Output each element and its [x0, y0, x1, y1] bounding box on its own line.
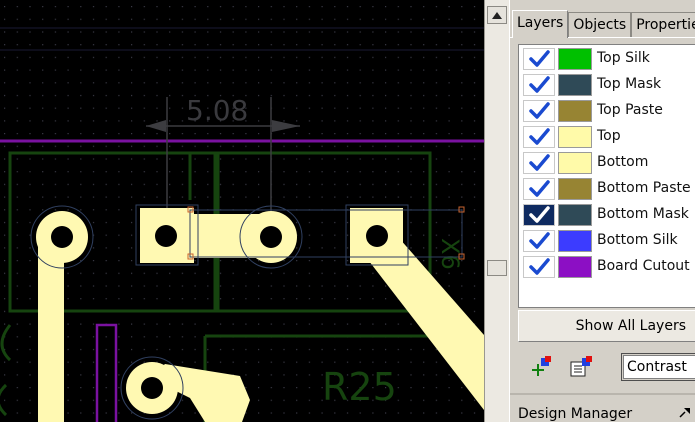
contrast-dropdown[interactable]: Contrast	[621, 353, 695, 381]
layer-color-swatch[interactable]	[558, 126, 592, 148]
layer-row[interactable]: Bottom	[521, 151, 695, 175]
layer-name: Top Paste	[597, 102, 663, 118]
pcb-drawing[interactable]: R25 X6 5.08	[0, 0, 484, 422]
layer-visibility-checkbox[interactable]	[523, 256, 555, 278]
checkmark-icon	[529, 128, 550, 145]
layer-name: Top	[597, 128, 621, 144]
layer-color-swatch[interactable]	[558, 152, 592, 174]
vertical-scrollbar[interactable]	[484, 0, 509, 422]
layer-color-swatch[interactable]	[558, 74, 592, 96]
layer-color-swatch[interactable]	[558, 48, 592, 70]
pin-icon[interactable]	[678, 406, 692, 421]
layer-list: Top Silk Top Mask Top Paste Top Bottom Bottom…	[518, 44, 695, 308]
layer-name: Top Mask	[597, 76, 662, 92]
layer-visibility-checkbox[interactable]	[523, 152, 555, 174]
add-layer-icon[interactable]	[528, 354, 554, 380]
pcb-canvas[interactable]: R25 X6 5.08	[0, 0, 484, 422]
tab-objects[interactable]: Objects	[568, 12, 632, 38]
checkmark-icon	[529, 154, 550, 171]
pad-1[interactable]	[30, 205, 94, 269]
tab-properties[interactable]: Properties	[631, 12, 695, 38]
pad-4[interactable]	[350, 208, 403, 263]
layer-color-swatch[interactable]	[558, 178, 592, 200]
layer-visibility-checkbox[interactable]	[523, 230, 555, 252]
checkmark-icon	[529, 76, 550, 93]
layer-row[interactable]: Board Cutout	[521, 255, 695, 279]
pad-5[interactable]	[120, 356, 184, 420]
layer-name: Board Cutout	[597, 258, 690, 274]
layer-visibility-checkbox[interactable]	[523, 100, 555, 122]
layer-row[interactable]: Top Paste	[521, 99, 695, 123]
layer-visibility-checkbox[interactable]	[523, 48, 555, 70]
pad-3[interactable]	[239, 205, 303, 269]
layer-row[interactable]: Top Silk	[521, 47, 695, 71]
layer-visibility-checkbox[interactable]	[523, 178, 555, 200]
arrow-up-icon	[492, 11, 502, 19]
checkmark-icon	[529, 180, 550, 197]
panel-tabs: Layers Objects Properties	[512, 10, 695, 38]
layer-color-swatch[interactable]	[558, 204, 592, 226]
checkmark-icon	[529, 102, 550, 119]
layer-name: Bottom Silk	[597, 232, 678, 248]
checkmark-icon	[529, 50, 550, 67]
checkmark-icon	[529, 206, 550, 223]
layer-name: Bottom	[597, 154, 649, 170]
layer-color-swatch[interactable]	[558, 100, 592, 122]
tab-layers[interactable]: Layers	[512, 10, 569, 38]
checkmark-icon	[529, 258, 550, 275]
pad-2[interactable]	[140, 208, 194, 263]
layer-row[interactable]: Bottom Paste	[521, 177, 695, 201]
dimension-value: 5.08	[186, 94, 248, 127]
layer-row[interactable]: Bottom Mask	[521, 203, 695, 227]
scroll-up-button[interactable]	[487, 6, 507, 24]
layer-row[interactable]: Bottom Silk	[521, 229, 695, 253]
layer-row[interactable]: Top	[521, 125, 695, 149]
panel-separator	[510, 393, 695, 395]
layer-visibility-checkbox[interactable]	[523, 74, 555, 96]
contrast-value: Contrast	[627, 359, 687, 375]
layer-properties-icon[interactable]	[568, 354, 594, 380]
layer-color-swatch[interactable]	[558, 230, 592, 252]
layer-name: Bottom Paste	[597, 180, 691, 196]
design-manager-title: Design Manager	[518, 406, 633, 422]
layer-name: Top Silk	[597, 50, 650, 66]
component-label: R25	[322, 365, 397, 409]
scrollbar-thumb[interactable]	[487, 260, 507, 276]
grid-dots	[0, 0, 484, 422]
layer-row[interactable]: Top Mask	[521, 73, 695, 97]
layer-visibility-checkbox[interactable]	[523, 204, 555, 226]
layer-visibility-checkbox[interactable]	[523, 126, 555, 148]
side-panel: Layers Objects Properties Top Silk Top Ma…	[509, 0, 695, 422]
checkmark-icon	[529, 232, 550, 249]
layer-name: Bottom Mask	[597, 206, 689, 222]
show-all-layers-button[interactable]: Show All Layers	[518, 310, 695, 342]
layer-color-swatch[interactable]	[558, 256, 592, 278]
